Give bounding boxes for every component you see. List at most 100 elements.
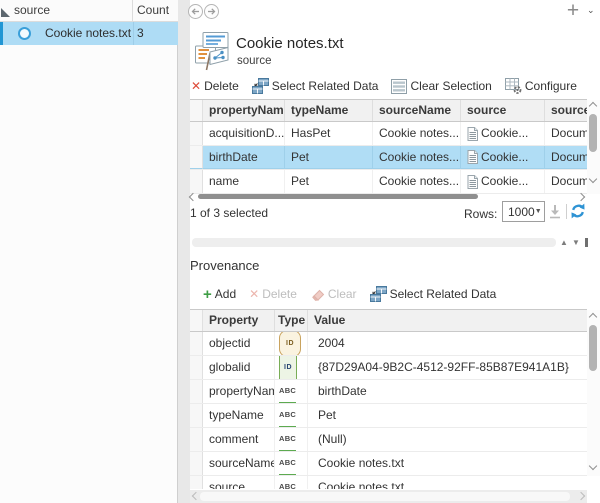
cell-source-text: Cookie...	[481, 170, 528, 193]
scroll-down-icon[interactable]	[589, 175, 597, 183]
row-selector[interactable]	[190, 170, 203, 193]
column-header-source[interactable]: source	[0, 0, 133, 21]
clear-label: Clear	[328, 287, 357, 301]
row-selector[interactable]	[190, 356, 203, 379]
provenance-row[interactable]: propertyName ABC birthDate	[190, 380, 587, 404]
col-propertyName[interactable]: propertyName	[203, 100, 285, 121]
provenance-row[interactable]: globalid ID {87D29A04-9B2C-4512-92FF-85B…	[190, 356, 587, 380]
cell-property: source	[203, 476, 275, 489]
row-selector[interactable]	[190, 476, 203, 489]
col-value[interactable]: Value	[308, 310, 587, 331]
select-related-data-button[interactable]: Select Related Data	[252, 78, 379, 94]
row-selector[interactable]	[190, 122, 203, 145]
row-selector[interactable]	[190, 332, 203, 355]
refresh-icon	[570, 203, 586, 219]
provenance-row-clipped[interactable]: source ABC Cookie notes.txt	[190, 476, 587, 489]
dropdown-caret-icon: ▼	[535, 208, 545, 215]
add-new-button[interactable]: +	[564, 0, 582, 22]
provenance-table-header: Property Type Value	[190, 309, 587, 332]
back-button[interactable]	[188, 4, 203, 19]
col-property[interactable]: Property	[203, 310, 275, 331]
row-selector[interactable]	[190, 452, 203, 475]
scrollbar-thumb[interactable]	[589, 325, 597, 371]
splitter-grip[interactable]	[585, 238, 588, 247]
horizontal-scrollbar-thumb[interactable]	[198, 194, 478, 199]
toolbar-separator	[566, 204, 567, 219]
table-row[interactable]: acquisitionD... HasPet Cookie notes... C…	[190, 122, 587, 146]
vertical-scrollbar[interactable]	[587, 100, 600, 194]
cell-value: Cookie notes.txt	[308, 476, 587, 489]
delete-label: Delete	[204, 79, 239, 93]
scroll-left-icon[interactable]	[192, 492, 200, 500]
provenance-title: Provenance	[190, 258, 259, 273]
string-type-icon: ABC	[279, 476, 296, 489]
row-selector-header[interactable]	[190, 100, 203, 121]
vertical-scrollbar[interactable]	[587, 310, 600, 476]
table-row-selected[interactable]: birthDate Pet Cookie notes... Cookie... …	[190, 146, 587, 170]
forward-button[interactable]	[204, 4, 219, 19]
source-list-header: source Count	[0, 0, 178, 22]
row-selector[interactable]	[190, 404, 203, 427]
page-subtitle: source	[237, 55, 272, 67]
provenance-row[interactable]: objectid ID 2004	[190, 332, 587, 356]
select-related-data-button[interactable]: Select Related Data	[370, 286, 497, 302]
col-source-2[interactable]: source	[545, 100, 587, 121]
selection-status: 1 of 3 selected	[190, 206, 268, 220]
rows-count-dropdown[interactable]: 1000 ▼	[502, 201, 545, 222]
col-typeName[interactable]: typeName	[285, 100, 373, 121]
clear-selection-button[interactable]: Clear Selection	[391, 79, 491, 94]
table-corner-options-icon[interactable]	[1, 8, 10, 17]
row-selector[interactable]	[190, 428, 203, 451]
provenance-row[interactable]: typeName ABC Pet	[190, 404, 587, 428]
column-header-count[interactable]: Count	[133, 0, 178, 21]
row-selector[interactable]	[190, 146, 203, 169]
horizontal-scrollbar-thumb[interactable]	[200, 492, 570, 501]
row-selector-header[interactable]	[190, 310, 203, 331]
row-selector[interactable]	[190, 380, 203, 403]
provenance-row[interactable]: sourceName ABC Cookie notes.txt	[190, 452, 587, 476]
cell-property: comment	[203, 428, 275, 451]
configure-button[interactable]: Configure	[505, 78, 577, 94]
splitter-collapse-down-icon[interactable]: ▼	[572, 238, 580, 247]
provenance-row[interactable]: comment ABC (Null)	[190, 428, 587, 452]
cell-source: Cookie...	[461, 146, 545, 169]
cell-source-text: Cookie...	[481, 122, 528, 145]
col-sourceName[interactable]: sourceName	[373, 100, 461, 121]
rows-count-value: 1000	[503, 205, 535, 219]
col-type[interactable]: Type	[275, 310, 308, 331]
export-button[interactable]	[548, 204, 562, 224]
horizontal-scrollbar[interactable]	[190, 490, 587, 503]
add-label: Add	[215, 287, 236, 301]
scrollbar-thumb[interactable]	[589, 114, 597, 152]
cell-typeName: Pet	[285, 170, 373, 193]
splitter-collapse-up-icon[interactable]: ▲	[560, 238, 568, 247]
cell-source2: Docum	[545, 122, 587, 145]
add-menu-chevron-icon[interactable]: ⌄	[587, 5, 595, 16]
string-type-icon: ABC	[279, 452, 296, 475]
scroll-up-icon[interactable]	[589, 313, 597, 321]
column-divider	[133, 22, 134, 45]
select-related-data-label: Select Related Data	[272, 79, 379, 93]
clear-button-disabled[interactable]: Clear	[310, 287, 357, 301]
delete-button[interactable]: ✕ Delete	[191, 79, 239, 93]
string-type-icon: ABC	[279, 380, 296, 403]
cell-property: sourceName	[203, 452, 275, 475]
cell-value: Cookie notes.txt	[308, 452, 587, 475]
scroll-down-icon[interactable]	[589, 462, 597, 470]
source-list-row-selected[interactable]: Cookie notes.txt 3	[0, 22, 178, 45]
panel-splitter[interactable]	[192, 238, 556, 247]
delete-button-disabled[interactable]: ✕ Delete	[249, 287, 297, 301]
col-source[interactable]: source	[461, 100, 545, 121]
document-icon	[467, 127, 478, 141]
cell-source2: Docum	[545, 146, 587, 169]
table-row[interactable]: name Pet Cookie notes... Cookie... Docum	[190, 170, 587, 194]
add-button[interactable]: + Add	[203, 286, 236, 303]
objectid-type-icon: ID	[279, 332, 301, 355]
eraser-icon	[310, 287, 325, 301]
cell-value: Pet	[308, 404, 587, 427]
attribute-table-header: propertyName typeName sourceName source …	[190, 99, 587, 122]
scroll-up-icon[interactable]	[589, 102, 597, 110]
scroll-right-icon[interactable]	[577, 492, 585, 500]
refresh-button[interactable]	[570, 203, 586, 224]
related-tables-icon	[252, 78, 269, 94]
